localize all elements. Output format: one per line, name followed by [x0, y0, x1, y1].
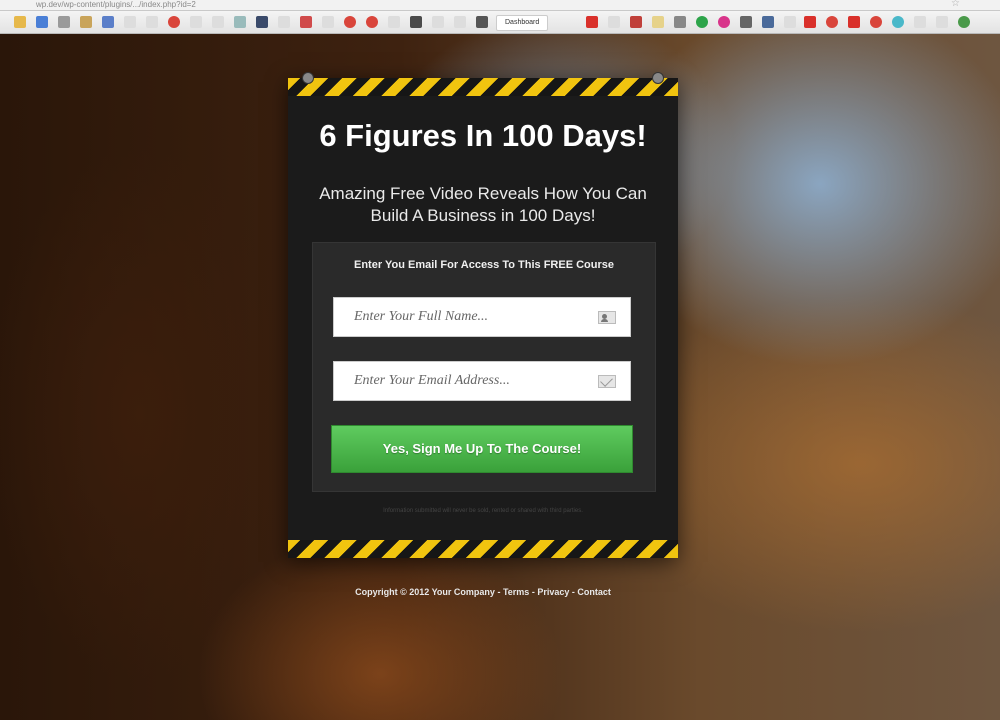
youtube-icon[interactable] — [804, 16, 816, 28]
bookmark-page-icon[interactable] — [784, 16, 796, 28]
bookmark-stop-icon[interactable] — [344, 16, 356, 28]
bookmark-page-icon[interactable] — [190, 16, 202, 28]
bookmark-page-icon[interactable] — [278, 16, 290, 28]
bookmark-star-icon[interactable]: ☆ — [951, 0, 960, 9]
bookmark-page-icon[interactable] — [388, 16, 400, 28]
name-input[interactable] — [334, 298, 594, 336]
name-field[interactable] — [333, 297, 631, 337]
popup-headline: 6 Figures In 100 Days! — [319, 118, 647, 153]
terms-link[interactable]: Terms — [503, 587, 529, 597]
email-field[interactable] — [333, 361, 631, 401]
bookmark-diamond-icon[interactable] — [102, 16, 114, 28]
bookmark-red-icon[interactable] — [300, 16, 312, 28]
hazard-stripe-top — [288, 78, 678, 96]
bookmark-green-icon[interactable] — [958, 16, 970, 28]
bookmark-tool-icon[interactable] — [58, 16, 70, 28]
popup-subheadline: Amazing Free Video Reveals How You Can B… — [319, 184, 647, 225]
url-text: wp.dev/wp-content/plugins/.../index.php?… — [36, 0, 196, 9]
bookmark-dashboard[interactable]: Dashboard — [496, 15, 549, 31]
bookmark-stop-icon[interactable] — [168, 16, 180, 28]
youtube-icon[interactable] — [848, 16, 860, 28]
bookmark-page-icon[interactable] — [146, 16, 158, 28]
page-footer: Copyright © 2012 Your Company - Terms - … — [288, 587, 678, 597]
bookmark-dark-icon[interactable] — [476, 16, 488, 28]
hazard-stripe-bottom — [288, 540, 678, 558]
bookmark-pencil-icon[interactable] — [80, 16, 92, 28]
bookmark-folder-icon[interactable] — [14, 16, 26, 28]
bookmark-page-icon[interactable] — [124, 16, 136, 28]
optin-form: Enter You Email For Access To This FREE … — [312, 242, 656, 492]
bookmark-page-icon[interactable] — [454, 16, 466, 28]
bookmark-square-icon[interactable] — [410, 16, 422, 28]
bookmark-check-icon[interactable] — [674, 16, 686, 28]
envelope-icon — [598, 375, 616, 388]
privacy-link[interactable]: Privacy — [537, 587, 569, 597]
bookmark-page-icon[interactable] — [212, 16, 224, 28]
bookmarks-bar: Dashboard — [0, 11, 1000, 34]
optin-popup: 6 Figures In 100 Days! Amazing Free Vide… — [288, 72, 678, 558]
bookmark-page-icon[interactable] — [914, 16, 926, 28]
bookmark-stop-icon[interactable] — [826, 16, 838, 28]
privacy-note: Information submitted will never be sold… — [383, 508, 583, 514]
bookmark-arrow-icon[interactable] — [36, 16, 48, 28]
bookmark-page-icon[interactable] — [936, 16, 948, 28]
bookmark-green-icon[interactable] — [696, 16, 708, 28]
user-card-icon — [598, 311, 616, 324]
bookmark-pen-icon[interactable] — [630, 16, 642, 28]
bookmark-page-icon[interactable] — [432, 16, 444, 28]
bookmark-image-icon[interactable] — [256, 16, 268, 28]
bookmark-stop-icon[interactable] — [366, 16, 378, 28]
pin-icon — [652, 72, 664, 84]
youtube-icon[interactable] — [586, 16, 598, 28]
copyright-text: Copyright © 2012 Your Company — [355, 587, 495, 597]
address-bar[interactable]: wp.dev/wp-content/plugins/.../index.php?… — [0, 0, 1000, 11]
bookmark-page-icon[interactable] — [608, 16, 620, 28]
bookmark-note-icon[interactable] — [652, 16, 664, 28]
email-input[interactable] — [334, 362, 594, 400]
form-label: Enter You Email For Access To This FREE … — [354, 259, 614, 271]
bookmark-circle-icon[interactable] — [892, 16, 904, 28]
bookmark-pink-icon[interactable] — [718, 16, 730, 28]
signup-button[interactable]: Yes, Sign Me Up To The Course! — [331, 425, 633, 473]
bookmark-grid-icon[interactable] — [234, 16, 246, 28]
bookmark-stop-icon[interactable] — [870, 16, 882, 28]
bookmark-mail-icon[interactable] — [762, 16, 774, 28]
bookmark-w-icon[interactable] — [740, 16, 752, 28]
contact-link[interactable]: Contact — [577, 587, 611, 597]
pin-icon — [302, 72, 314, 84]
bookmark-page-icon[interactable] — [322, 16, 334, 28]
